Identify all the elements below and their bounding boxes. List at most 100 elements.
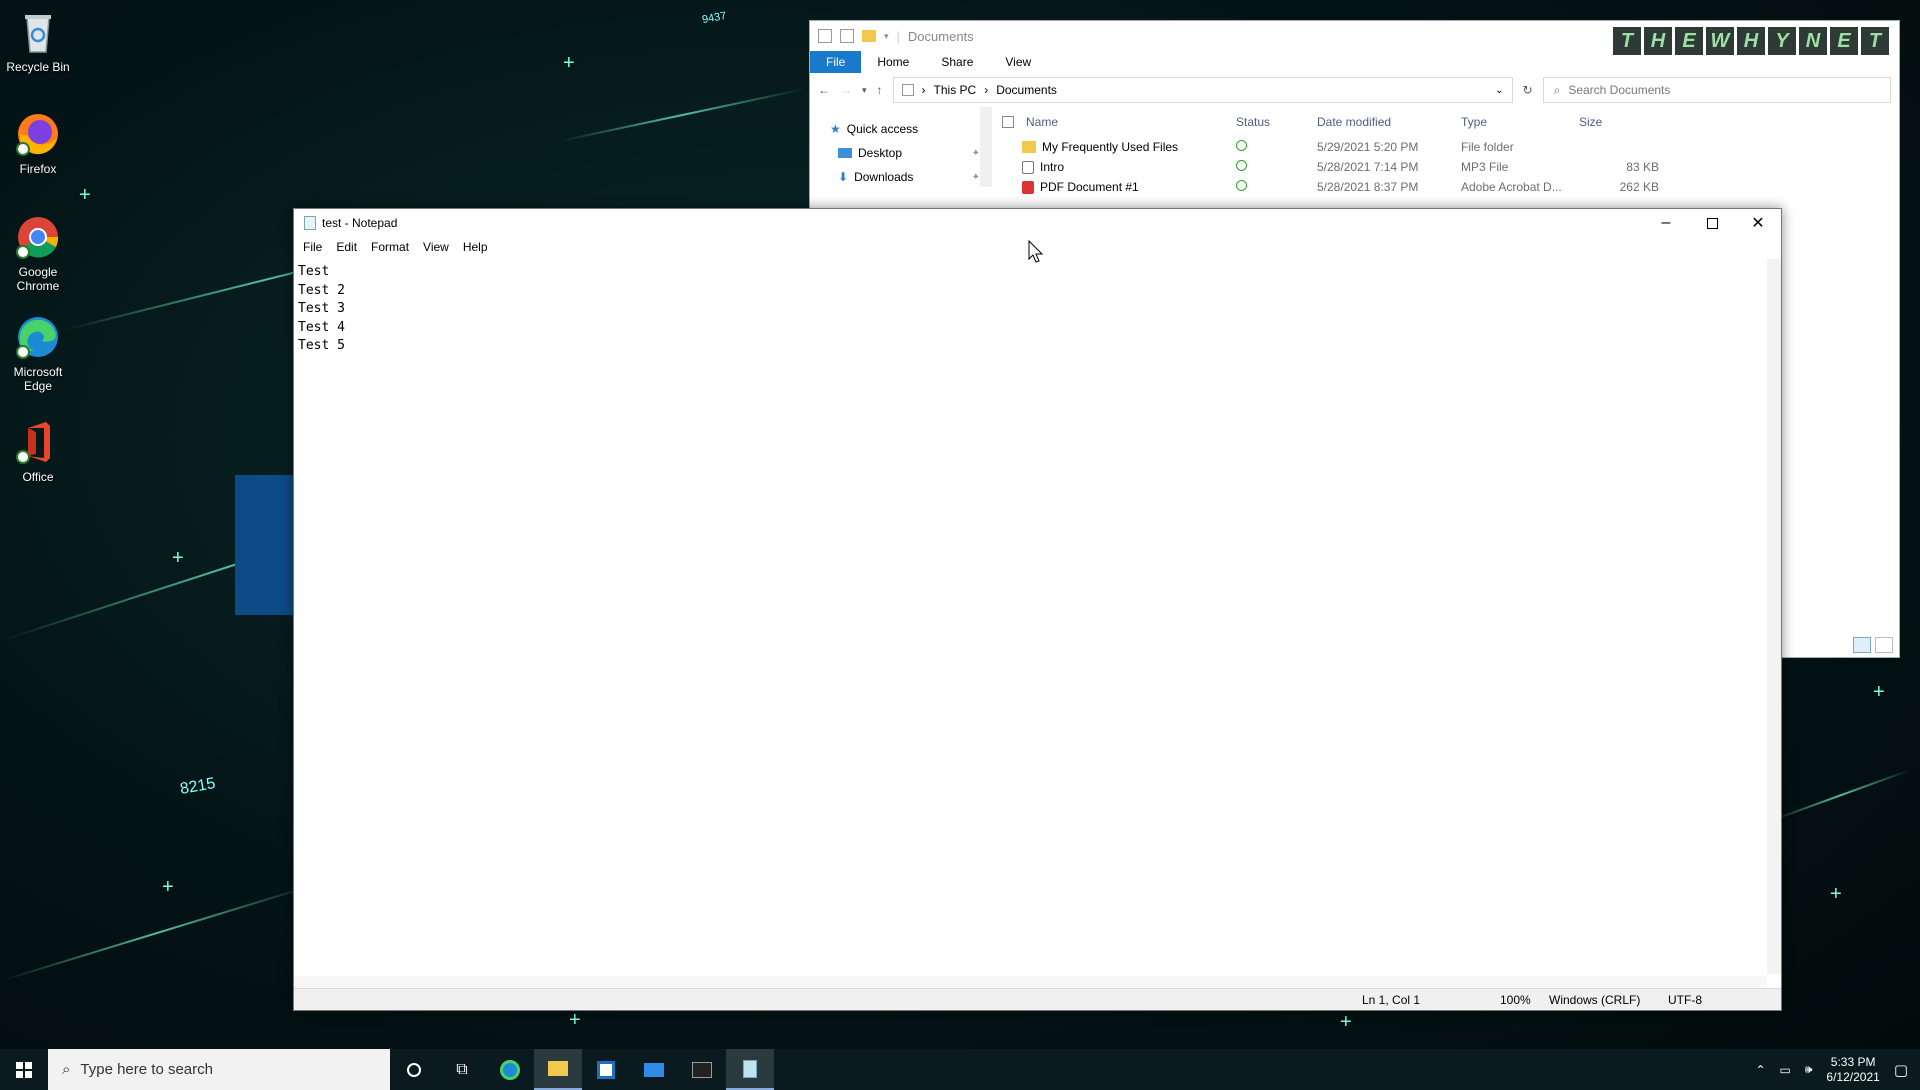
recent-locations-icon[interactable]: ▾ — [862, 85, 867, 96]
notepad-icon — [743, 1059, 757, 1078]
desktop-icon-firefox[interactable]: Firefox — [0, 110, 76, 176]
nav-item-quick-access[interactable]: ★ Quick access — [830, 117, 980, 141]
notepad-title-bar[interactable]: test - Notepad – ✕ — [294, 209, 1781, 237]
menu-view[interactable]: View — [416, 240, 456, 254]
file-type: File folder — [1461, 140, 1514, 154]
line-ending: Windows (CRLF) — [1549, 993, 1641, 1007]
background-panel — [235, 475, 293, 615]
address-dropdown-icon[interactable]: ⌄ — [1495, 85, 1511, 96]
background-streak — [0, 883, 316, 982]
nav-item-downloads[interactable]: ⬇ Downloads ✦ — [830, 165, 980, 189]
refresh-icon[interactable]: ↻ — [1523, 83, 1533, 97]
taskbar-store-button[interactable] — [582, 1049, 630, 1090]
taskbar-mail-button[interactable] — [630, 1049, 678, 1090]
sync-badge-icon — [16, 345, 30, 359]
windows-logo-icon — [16, 1061, 32, 1078]
show-hidden-icons-icon[interactable]: ⌃ — [1755, 1063, 1765, 1077]
column-header-status[interactable]: Status — [1236, 115, 1317, 129]
search-documents-input[interactable]: ⌕ Search Documents — [1542, 77, 1891, 103]
menu-file[interactable]: File — [296, 240, 329, 254]
notepad-status-bar: Ln 1, Col 1 100% Windows (CRLF) UTF-8 — [294, 988, 1781, 1010]
taskbar-search-box[interactable]: ⌕ Type here to search — [48, 1049, 390, 1090]
volume-icon[interactable]: 🕪 — [1805, 1062, 1813, 1077]
logo-letter: H — [1644, 27, 1672, 55]
file-row[interactable]: PDF Document #1 5/28/2021 8:37 PM Adobe … — [992, 177, 1899, 197]
desktop-icon-office[interactable]: Office — [0, 418, 76, 484]
desktop-icon-google-chrome[interactable]: Google Chrome — [0, 213, 76, 293]
file-size: 262 KB — [1619, 180, 1659, 194]
star-icon: ★ — [830, 122, 841, 136]
notifications-icon[interactable]: ▢ — [1894, 1061, 1908, 1079]
network-icon[interactable]: ▭ — [1780, 1063, 1791, 1077]
menu-edit[interactable]: Edit — [329, 240, 364, 254]
desktop-icon-recycle-bin[interactable]: Recycle Bin — [0, 8, 76, 74]
office-icon — [14, 418, 62, 466]
zoom-level: 100% — [1500, 993, 1531, 1007]
column-header-size[interactable]: Size — [1579, 115, 1659, 129]
menu-help[interactable]: Help — [456, 240, 495, 254]
file-row[interactable]: Intro 5/28/2021 7:14 PM MP3 File 83 KB — [992, 157, 1899, 177]
cortana-icon — [407, 1062, 421, 1077]
firefox-icon — [14, 110, 62, 158]
back-arrow-icon[interactable]: ← — [818, 83, 830, 97]
taskbar-terminal-button[interactable] — [678, 1049, 726, 1090]
folder-icon[interactable] — [862, 30, 876, 42]
customize-quick-access-icon[interactable]: ▾ — [884, 31, 889, 42]
close-button[interactable]: ✕ — [1735, 209, 1781, 237]
background-star: + — [79, 184, 91, 206]
ribbon-tab-file[interactable]: File — [810, 51, 862, 73]
select-all-checkbox[interactable] — [1002, 116, 1014, 128]
start-button[interactable] — [0, 1049, 48, 1090]
download-icon: ⬇ — [838, 170, 849, 184]
notepad-title: test - Notepad — [322, 216, 398, 230]
taskbar-notepad-button[interactable] — [726, 1049, 774, 1090]
cortana-button[interactable] — [390, 1049, 438, 1090]
minimize-button[interactable]: – — [1643, 209, 1689, 237]
column-header-date[interactable]: Date modified — [1317, 115, 1461, 129]
ribbon-tab-view[interactable]: View — [989, 51, 1047, 73]
nav-label: Quick access — [846, 122, 919, 136]
address-bar[interactable]: › This PC › Documents ⌄ — [892, 77, 1513, 103]
nav-scrollbar[interactable] — [980, 107, 992, 187]
taskbar-file-explorer-button[interactable] — [534, 1049, 582, 1090]
forward-arrow-icon[interactable]: → — [840, 83, 852, 97]
taskbar-search-placeholder: Type here to search — [80, 1061, 213, 1078]
folder-icon — [1022, 141, 1036, 153]
details-view-icon[interactable] — [1853, 637, 1871, 653]
large-icons-view-icon[interactable] — [1875, 637, 1893, 653]
logo-letter: T — [1613, 27, 1641, 55]
column-header-type[interactable]: Type — [1461, 115, 1579, 129]
logo-letter: H — [1737, 27, 1765, 55]
close-icon: ✕ — [1751, 215, 1765, 232]
nav-item-desktop[interactable]: Desktop ✦ — [830, 141, 980, 165]
file-size: 83 KB — [1626, 160, 1659, 174]
file-row[interactable]: My Frequently Used Files 5/29/2021 5:20 … — [992, 137, 1899, 157]
breadcrumb-this-pc[interactable]: This PC — [934, 83, 977, 97]
desktop-icon-label: Recycle Bin — [6, 60, 70, 74]
ribbon-tab-home[interactable]: Home — [861, 51, 925, 73]
clock[interactable]: 5:33 PM 6/12/2021 — [1826, 1055, 1879, 1085]
menu-format[interactable]: Format — [364, 240, 416, 254]
column-header-name[interactable]: Name — [1026, 115, 1058, 129]
properties-icon[interactable] — [818, 29, 832, 43]
background-star: + — [162, 876, 174, 898]
desktop-icon-microsoft-edge[interactable]: Microsoft Edge — [0, 313, 76, 393]
file-name: Intro — [1040, 160, 1065, 174]
breadcrumb-documents[interactable]: Documents — [996, 83, 1057, 97]
checkbox-icon[interactable] — [840, 29, 854, 43]
file-type: MP3 File — [1461, 160, 1509, 174]
vertical-scrollbar[interactable] — [1767, 259, 1781, 974]
notepad-window[interactable]: test - Notepad – ✕ File Edit Format View… — [293, 208, 1782, 1011]
up-arrow-icon[interactable]: ↑ — [877, 83, 883, 97]
background-star: + — [1340, 1011, 1352, 1033]
store-icon — [597, 1060, 615, 1079]
taskbar-edge-button[interactable] — [486, 1049, 534, 1090]
explorer-address-row: ← → ▾ ↑ › This PC › Documents ⌄ ↻ ⌕ Sear… — [810, 73, 1899, 107]
ribbon-tab-share[interactable]: Share — [925, 51, 989, 73]
terminal-icon — [692, 1061, 712, 1078]
task-view-button[interactable]: ⧉ — [438, 1049, 486, 1090]
notepad-text-area[interactable]: Test Test 2 Test 3 Test 4 Test 5 — [294, 259, 1767, 974]
background-number: 8215 — [178, 775, 217, 798]
maximize-button[interactable] — [1689, 209, 1735, 237]
background-star: + — [1830, 883, 1842, 905]
